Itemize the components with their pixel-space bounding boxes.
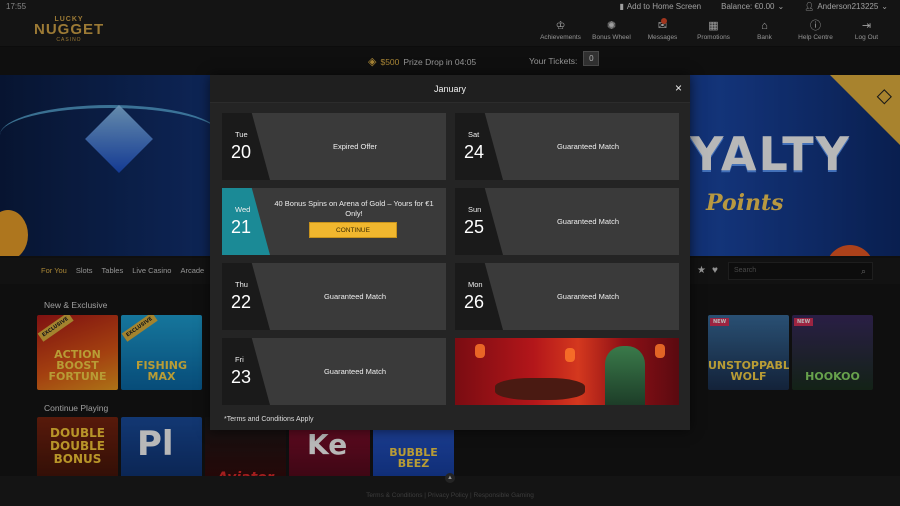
offer-status: Guaranteed Match	[556, 217, 620, 226]
calendar-day-card: Tue 20 Expired Offer	[222, 113, 446, 180]
lantern	[475, 344, 485, 358]
offer-status: Guaranteed Match	[556, 142, 620, 151]
offer-status: Expired Offer	[332, 142, 378, 151]
calendar-day-card: Thu 22 Guaranteed Match	[222, 263, 446, 330]
lantern	[655, 344, 665, 358]
advent-calendar-modal: January × Tue 20 Expired Offer Sat 24 Gu…	[210, 75, 690, 430]
character-figure	[605, 346, 645, 405]
offer-status: Guaranteed Match	[556, 292, 620, 301]
casino-page: 17:55 ▮ Add to Home Screen Balance: €0.00…	[0, 0, 900, 506]
calendar-day-card: Sat 24 Guaranteed Match	[455, 113, 679, 180]
offer-status: Guaranteed Match	[323, 292, 387, 301]
calendar-day-card-active: Wed 21 40 Bonus Spins on Arena of Gold –…	[222, 188, 446, 255]
terms-note: *Terms and Conditions Apply	[224, 416, 314, 423]
offer-status: Guaranteed Match	[323, 367, 387, 376]
offer-description: 40 Bonus Spins on Arena of Gold – Yours …	[274, 199, 434, 218]
game-promo-image	[455, 338, 679, 405]
continue-button[interactable]: CONTINUE	[309, 222, 397, 238]
calendar-day-card: Mon 26 Guaranteed Match	[455, 263, 679, 330]
lantern	[565, 348, 575, 362]
gaming-table	[495, 378, 585, 400]
close-icon[interactable]: ×	[675, 81, 682, 95]
calendar-day-card: Fri 23 Guaranteed Match	[222, 338, 446, 405]
calendar-day-card: Sun 25 Guaranteed Match	[455, 188, 679, 255]
modal-title: January	[210, 75, 690, 103]
